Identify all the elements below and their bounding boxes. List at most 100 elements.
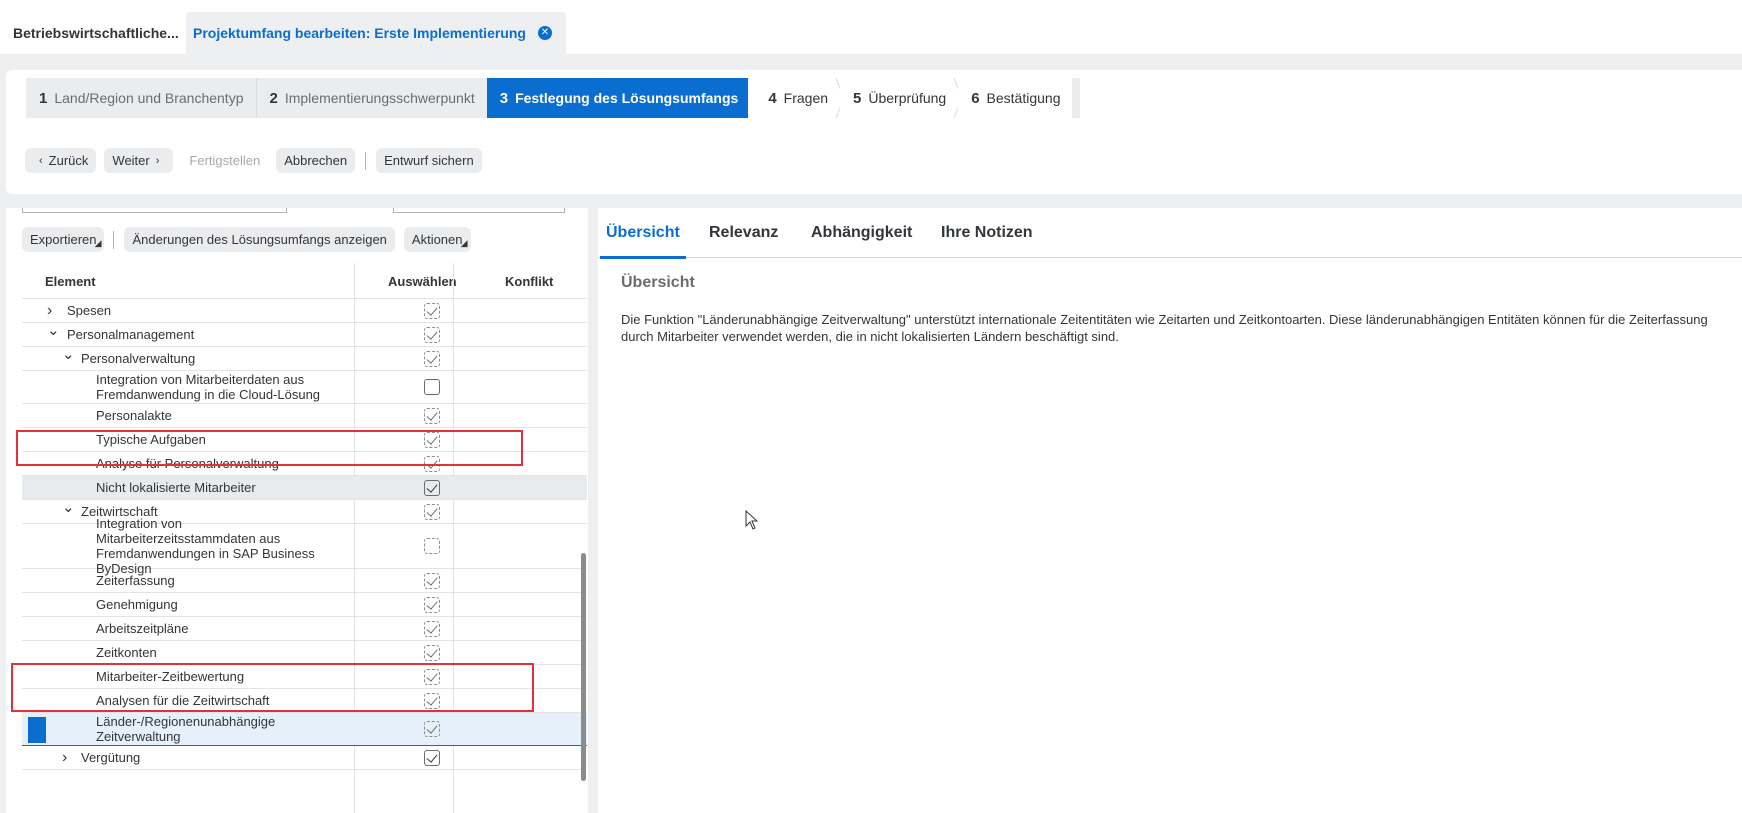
select-checkbox[interactable]	[424, 644, 440, 661]
tab-edit-project-scope[interactable]: Projektumfang bearbeiten: Erste Implemen…	[186, 12, 566, 54]
search-input-partial[interactable]	[393, 208, 565, 213]
table-row[interactable]: › Vergütung	[22, 746, 587, 770]
table-row[interactable]: Personalakte	[22, 404, 587, 428]
select-checkbox[interactable]	[424, 326, 440, 343]
wizard-step-3[interactable]: 3 Festlegung des Lösungsumfangs	[486, 78, 758, 118]
table-row[interactable]: Integration von Mitarbeiterdaten aus Fre…	[22, 371, 587, 404]
select-checkbox[interactable]	[424, 431, 440, 448]
step-number: 6	[971, 89, 980, 107]
select-checkbox[interactable]	[424, 572, 440, 589]
step-number: 4	[768, 89, 777, 107]
save-draft-label: Entwurf sichern	[384, 153, 474, 168]
table-row[interactable]: › Spesen	[22, 299, 587, 323]
column-header-conflict[interactable]: Konflikt	[505, 263, 553, 299]
tab-label: Betriebswirtschaftliche...	[13, 25, 179, 41]
row-label: Genehmigung	[96, 597, 178, 612]
table-row[interactable]: Analysen für die Zeitwirtschaft	[22, 689, 587, 713]
table-row[interactable]: Genehmigung	[22, 593, 587, 617]
export-button[interactable]: Exportieren ◢	[22, 227, 105, 252]
table-row[interactable]: Zeiterfassung	[22, 569, 587, 593]
checkmark-icon	[426, 722, 438, 734]
table-row[interactable]: Typische Aufgaben	[22, 428, 587, 452]
select-checkbox[interactable]	[424, 538, 440, 554]
table-row[interactable]: Integration von Mitarbeiterzeitsstammdat…	[22, 516, 587, 576]
next-button[interactable]: Weiter ›	[104, 148, 174, 173]
select-checkbox[interactable]	[424, 407, 440, 424]
row-label: Länder-/Regionenunabhängige Zeitverwaltu…	[96, 714, 276, 744]
chevron-down-icon[interactable]: ⌄	[62, 495, 75, 518]
select-checkbox[interactable]	[424, 455, 440, 472]
step-label: Festlegung des Lösungsumfangs	[515, 90, 739, 106]
tab-relevance[interactable]: Relevanz	[709, 208, 778, 258]
checkmark-icon	[426, 573, 438, 586]
checkmark-icon	[426, 303, 438, 316]
save-draft-button[interactable]: Entwurf sichern	[376, 148, 482, 173]
table-row[interactable]: Zeitkonten	[22, 641, 587, 665]
tab-dependency[interactable]: Abhängigkeit	[811, 208, 912, 258]
filter-input-partial[interactable]	[22, 208, 287, 213]
step-number: 3	[499, 89, 509, 107]
chevron-down-icon[interactable]: ⌄	[47, 318, 60, 341]
feature-description: Die Funktion "Länderunabhängige Zeitverw…	[621, 312, 1708, 344]
row-label: Personalverwaltung	[81, 351, 196, 366]
table-row[interactable]: Mitarbeiter-Zeitbewertung	[22, 665, 587, 689]
step-label: Implementierungsschwerpunkt	[284, 90, 475, 106]
actions-label: Aktionen	[411, 232, 463, 247]
column-header-element[interactable]: Element	[45, 263, 96, 299]
wizard-panel: 1 Land/Region und Branchentyp 2 Implemen…	[6, 70, 1742, 194]
tab-bar: Betriebswirtschaftliche... Projektumfang…	[0, 0, 1742, 54]
select-checkbox[interactable]	[424, 749, 440, 766]
row-label: Mitarbeiter-Zeitbewertung	[96, 669, 245, 684]
table-row[interactable]: Arbeitszeitpläne	[22, 617, 587, 641]
back-button[interactable]: ‹ Zurück	[25, 148, 97, 173]
table-row[interactable]: ⌄ Personalverwaltung	[22, 346, 587, 371]
section-title: Übersicht	[621, 274, 695, 291]
cancel-button[interactable]: Abbrechen	[276, 148, 356, 173]
column-header-select[interactable]: Auswählen	[388, 263, 457, 299]
wizard-step-5[interactable]: 5 Überprüfung	[840, 78, 963, 118]
checkmark-icon	[426, 750, 438, 763]
tab-notes[interactable]: Ihre Notizen	[941, 208, 1033, 258]
chevron-left-icon: ‹	[39, 154, 43, 167]
details-panel: Übersicht Relevanz Abhängigkeit Ihre Not…	[598, 208, 1742, 813]
close-circle-icon[interactable]: ✕	[537, 26, 552, 40]
select-checkbox[interactable]	[424, 503, 440, 520]
tab-business-configuration[interactable]: Betriebswirtschaftliche...	[0, 12, 192, 54]
menu-corner-icon: ◢	[460, 238, 468, 248]
select-checkbox[interactable]	[424, 620, 440, 637]
checkmark-icon	[426, 327, 438, 340]
select-checkbox[interactable]	[424, 479, 440, 496]
chevron-right-icon: ›	[155, 154, 160, 167]
row-label: Analysen für die Zeitwirtschaft	[96, 693, 270, 708]
table-row[interactable]: Analyse für Personalverwaltung	[22, 452, 587, 476]
select-checkbox[interactable]	[424, 302, 440, 319]
actions-button[interactable]: Aktionen ◢	[403, 227, 471, 252]
row-label: Spesen	[67, 303, 112, 318]
back-label: Zurück	[48, 153, 89, 168]
checkmark-icon	[426, 669, 438, 682]
show-scope-changes-button[interactable]: Änderungen des Lösungsumfangs anzeigen	[124, 227, 395, 252]
checkmark-icon	[426, 693, 438, 706]
wizard-step-4[interactable]: 4 Fragen	[748, 78, 845, 118]
wizard-step-6[interactable]: 6 Bestätigung	[958, 78, 1073, 118]
checkmark-icon	[426, 351, 438, 364]
chevron-right-icon[interactable]: ›	[62, 746, 67, 769]
row-label: Personalmanagement	[67, 327, 195, 342]
select-checkbox[interactable]	[424, 350, 440, 367]
select-checkbox[interactable]	[424, 668, 440, 685]
tab-overview[interactable]: Übersicht	[600, 208, 686, 259]
select-checkbox[interactable]	[424, 379, 440, 395]
wizard-step-1[interactable]: 1 Land/Region und Branchentyp	[26, 78, 256, 118]
select-checkbox[interactable]	[424, 692, 440, 709]
finish-button[interactable]: Fertigstellen	[181, 148, 268, 173]
wizard-step-2[interactable]: 2 Implementierungsschwerpunkt	[255, 78, 487, 118]
select-checkbox[interactable]	[424, 596, 440, 613]
chevron-down-icon[interactable]: ⌄	[62, 342, 75, 365]
table-row[interactable]: ⌄ Personalmanagement	[22, 322, 587, 347]
select-checkbox[interactable]	[424, 721, 440, 737]
table-row[interactable]: Nicht lokalisierte Mitarbeiter	[22, 476, 587, 500]
vertical-scrollbar[interactable]	[581, 553, 586, 781]
menu-corner-icon: ◢	[94, 238, 102, 248]
table-header: Element Auswählen Konflikt	[22, 263, 587, 299]
table-row[interactable]: Länder-/Regionenunabhängige Zeitverwaltu…	[22, 713, 587, 746]
